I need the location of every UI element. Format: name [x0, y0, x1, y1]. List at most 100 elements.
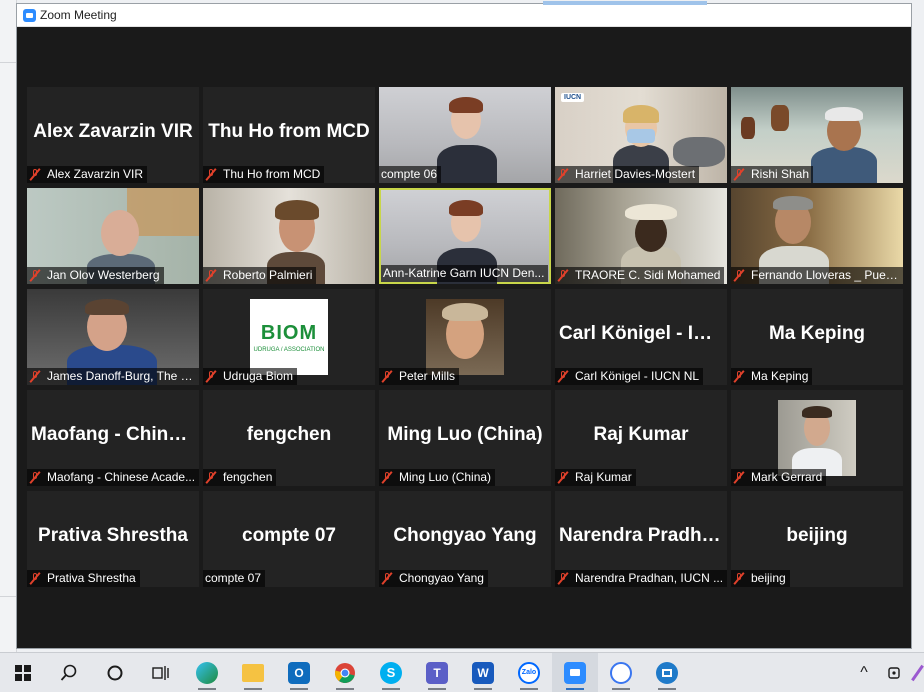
participant-name: Udruga Biom	[223, 369, 294, 383]
taskbar-app-zoom[interactable]	[552, 653, 598, 692]
tray-pen-button[interactable]	[910, 653, 924, 692]
taskbar-app-chrome[interactable]	[322, 653, 368, 692]
participant-tile[interactable]: James Danoff-Burg, The L...	[27, 289, 199, 385]
windows-taskbar: O S T W Zalo ^	[0, 652, 924, 692]
person-hair	[449, 200, 483, 216]
participant-display-name: Chongyao Yang	[393, 525, 537, 546]
participant-label: Ann-Katrine Garn IUCN Den...	[381, 265, 549, 282]
participant-label: Chongyao Yang	[379, 570, 488, 587]
wall-decor	[741, 117, 755, 139]
person-hair	[442, 303, 488, 321]
participant-label: Raj Kumar	[555, 469, 636, 486]
running-indicator	[520, 688, 538, 690]
participant-tile[interactable]: Ming Luo (China) Ming Luo (China)	[379, 390, 551, 486]
participant-tile[interactable]: Peter Mills	[379, 289, 551, 385]
participant-tile[interactable]: Chongyao Yang Chongyao Yang	[379, 491, 551, 587]
participant-tile[interactable]: Rishi Shah	[731, 87, 903, 183]
participant-display-name: Narendra Pradhan	[559, 525, 723, 546]
file-explorer-icon	[242, 663, 264, 682]
participant-label: James Danoff-Burg, The L...	[27, 368, 199, 385]
mic-muted-icon	[29, 370, 41, 383]
participant-tile[interactable]: IUCN Harriet Davies-Mostert	[555, 87, 727, 183]
taskbar-app-signal[interactable]	[598, 653, 644, 692]
mic-muted-icon	[733, 572, 745, 585]
title-bar[interactable]: Zoom Meeting	[17, 4, 911, 27]
participant-display-name: fengchen	[246, 424, 332, 445]
taskbar-app-skype[interactable]: S	[368, 653, 414, 692]
mic-muted-icon	[733, 471, 745, 484]
participant-tile[interactable]: Thu Ho from MCD Thu Ho from MCD	[203, 87, 375, 183]
participant-tile[interactable]: Jan Olov Westerberg	[27, 188, 199, 284]
tray-app-button[interactable]	[880, 653, 910, 692]
running-indicator	[244, 688, 262, 690]
show-hidden-icons-button[interactable]: ^	[848, 653, 880, 692]
running-indicator	[198, 688, 216, 690]
participant-label: Mark Gerrard	[731, 469, 827, 486]
participant-tile[interactable]: Ma Keping Ma Keping	[731, 289, 903, 385]
participant-tile[interactable]: Maofang - Chinese Academy Maofang - Chin…	[27, 390, 199, 486]
participant-tile[interactable]: Mark Gerrard	[731, 390, 903, 486]
taskbar-app-file-explorer[interactable]	[230, 653, 276, 692]
start-button[interactable]	[0, 653, 46, 692]
cortana-button[interactable]	[92, 653, 138, 692]
participant-display-name: Raj Kumar	[593, 424, 689, 445]
participant-name: Carl Königel - IUCN NL	[575, 369, 700, 383]
participant-tile[interactable]: Raj Kumar Raj Kumar	[555, 390, 727, 486]
participant-name: fengchen	[223, 470, 273, 484]
participant-display-name: Thu Ho from MCD	[208, 121, 370, 142]
participant-label: Peter Mills	[379, 368, 460, 385]
participant-name: beijing	[751, 571, 786, 585]
participant-tile[interactable]: Fernando Lloveras _ Puert...	[731, 188, 903, 284]
participant-name: Raj Kumar	[575, 470, 632, 484]
participant-label: TRAORE C. Sidi Mohamed	[555, 267, 725, 284]
person-head	[101, 210, 139, 256]
participant-tile[interactable]: beijing beijing	[731, 491, 903, 587]
person-hat	[625, 204, 677, 220]
person-hair	[773, 196, 813, 210]
participant-display-name: Maofang - Chinese Academy	[31, 424, 195, 445]
participant-label: Thu Ho from MCD	[203, 166, 325, 183]
mic-muted-icon	[557, 269, 569, 282]
participant-label: compte 07	[203, 570, 266, 587]
participant-tile[interactable]: compte 06	[379, 87, 551, 183]
video-area: Alex Zavarzin VIR Alex Zavarzin VIR Thu …	[17, 27, 911, 648]
participant-name: Narendra Pradhan, IUCN ...	[575, 571, 724, 585]
taskbar-app-zalo[interactable]: Zalo	[506, 653, 552, 692]
taskbar-app-outlook[interactable]: O	[276, 653, 322, 692]
task-view-button[interactable]	[138, 653, 184, 692]
active-speaker-tile[interactable]: Ann-Katrine Garn IUCN Den...	[379, 188, 551, 284]
participant-tile[interactable]: BIOM UDRUGA / ASSOCIATION Udruga Biom	[203, 289, 375, 385]
taskbar-app-edge[interactable]	[184, 653, 230, 692]
mic-muted-icon	[205, 471, 217, 484]
participant-label: Fernando Lloveras _ Puert...	[731, 267, 903, 284]
participant-label: Jan Olov Westerberg	[27, 267, 164, 284]
participant-tile[interactable]: Prativa Shrestha Prativa Shrestha	[27, 491, 199, 587]
mic-muted-icon	[733, 269, 745, 282]
taskbar-app-teams[interactable]: T	[414, 653, 460, 692]
mic-muted-icon	[557, 168, 569, 181]
person-body	[437, 145, 497, 183]
mic-muted-icon	[557, 471, 569, 484]
participant-name: TRAORE C. Sidi Mohamed	[575, 268, 721, 282]
person-hair	[449, 97, 483, 113]
chevron-up-icon: ^	[860, 663, 868, 681]
search-button[interactable]	[46, 653, 92, 692]
taskbar-app-word[interactable]: W	[460, 653, 506, 692]
participant-name: Ann-Katrine Garn IUCN Den...	[383, 266, 545, 280]
participant-tile[interactable]: fengchen fengchen	[203, 390, 375, 486]
participant-tile[interactable]: Carl Königel - IUCN NL Carl Königel - IU…	[555, 289, 727, 385]
mic-muted-icon	[557, 370, 569, 383]
window-title: Zoom Meeting	[40, 8, 117, 22]
participant-display-name: Prativa Shrestha	[38, 525, 188, 546]
taskbar-app-remote-desktop[interactable]	[644, 653, 690, 692]
logo-title: BIOM	[260, 321, 318, 344]
participant-name: Mark Gerrard	[751, 470, 823, 484]
system-tray: ^	[848, 653, 924, 692]
participant-label: beijing	[731, 570, 790, 587]
participant-tile[interactable]: Alex Zavarzin VIR Alex Zavarzin VIR	[27, 87, 199, 183]
participant-tile[interactable]: Roberto Palmieri	[203, 188, 375, 284]
participant-tile[interactable]: TRAORE C. Sidi Mohamed	[555, 188, 727, 284]
participant-tile[interactable]: compte 07 compte 07	[203, 491, 375, 587]
mic-muted-icon	[733, 370, 745, 383]
participant-tile[interactable]: Narendra Pradhan Narendra Pradhan, IUCN …	[555, 491, 727, 587]
